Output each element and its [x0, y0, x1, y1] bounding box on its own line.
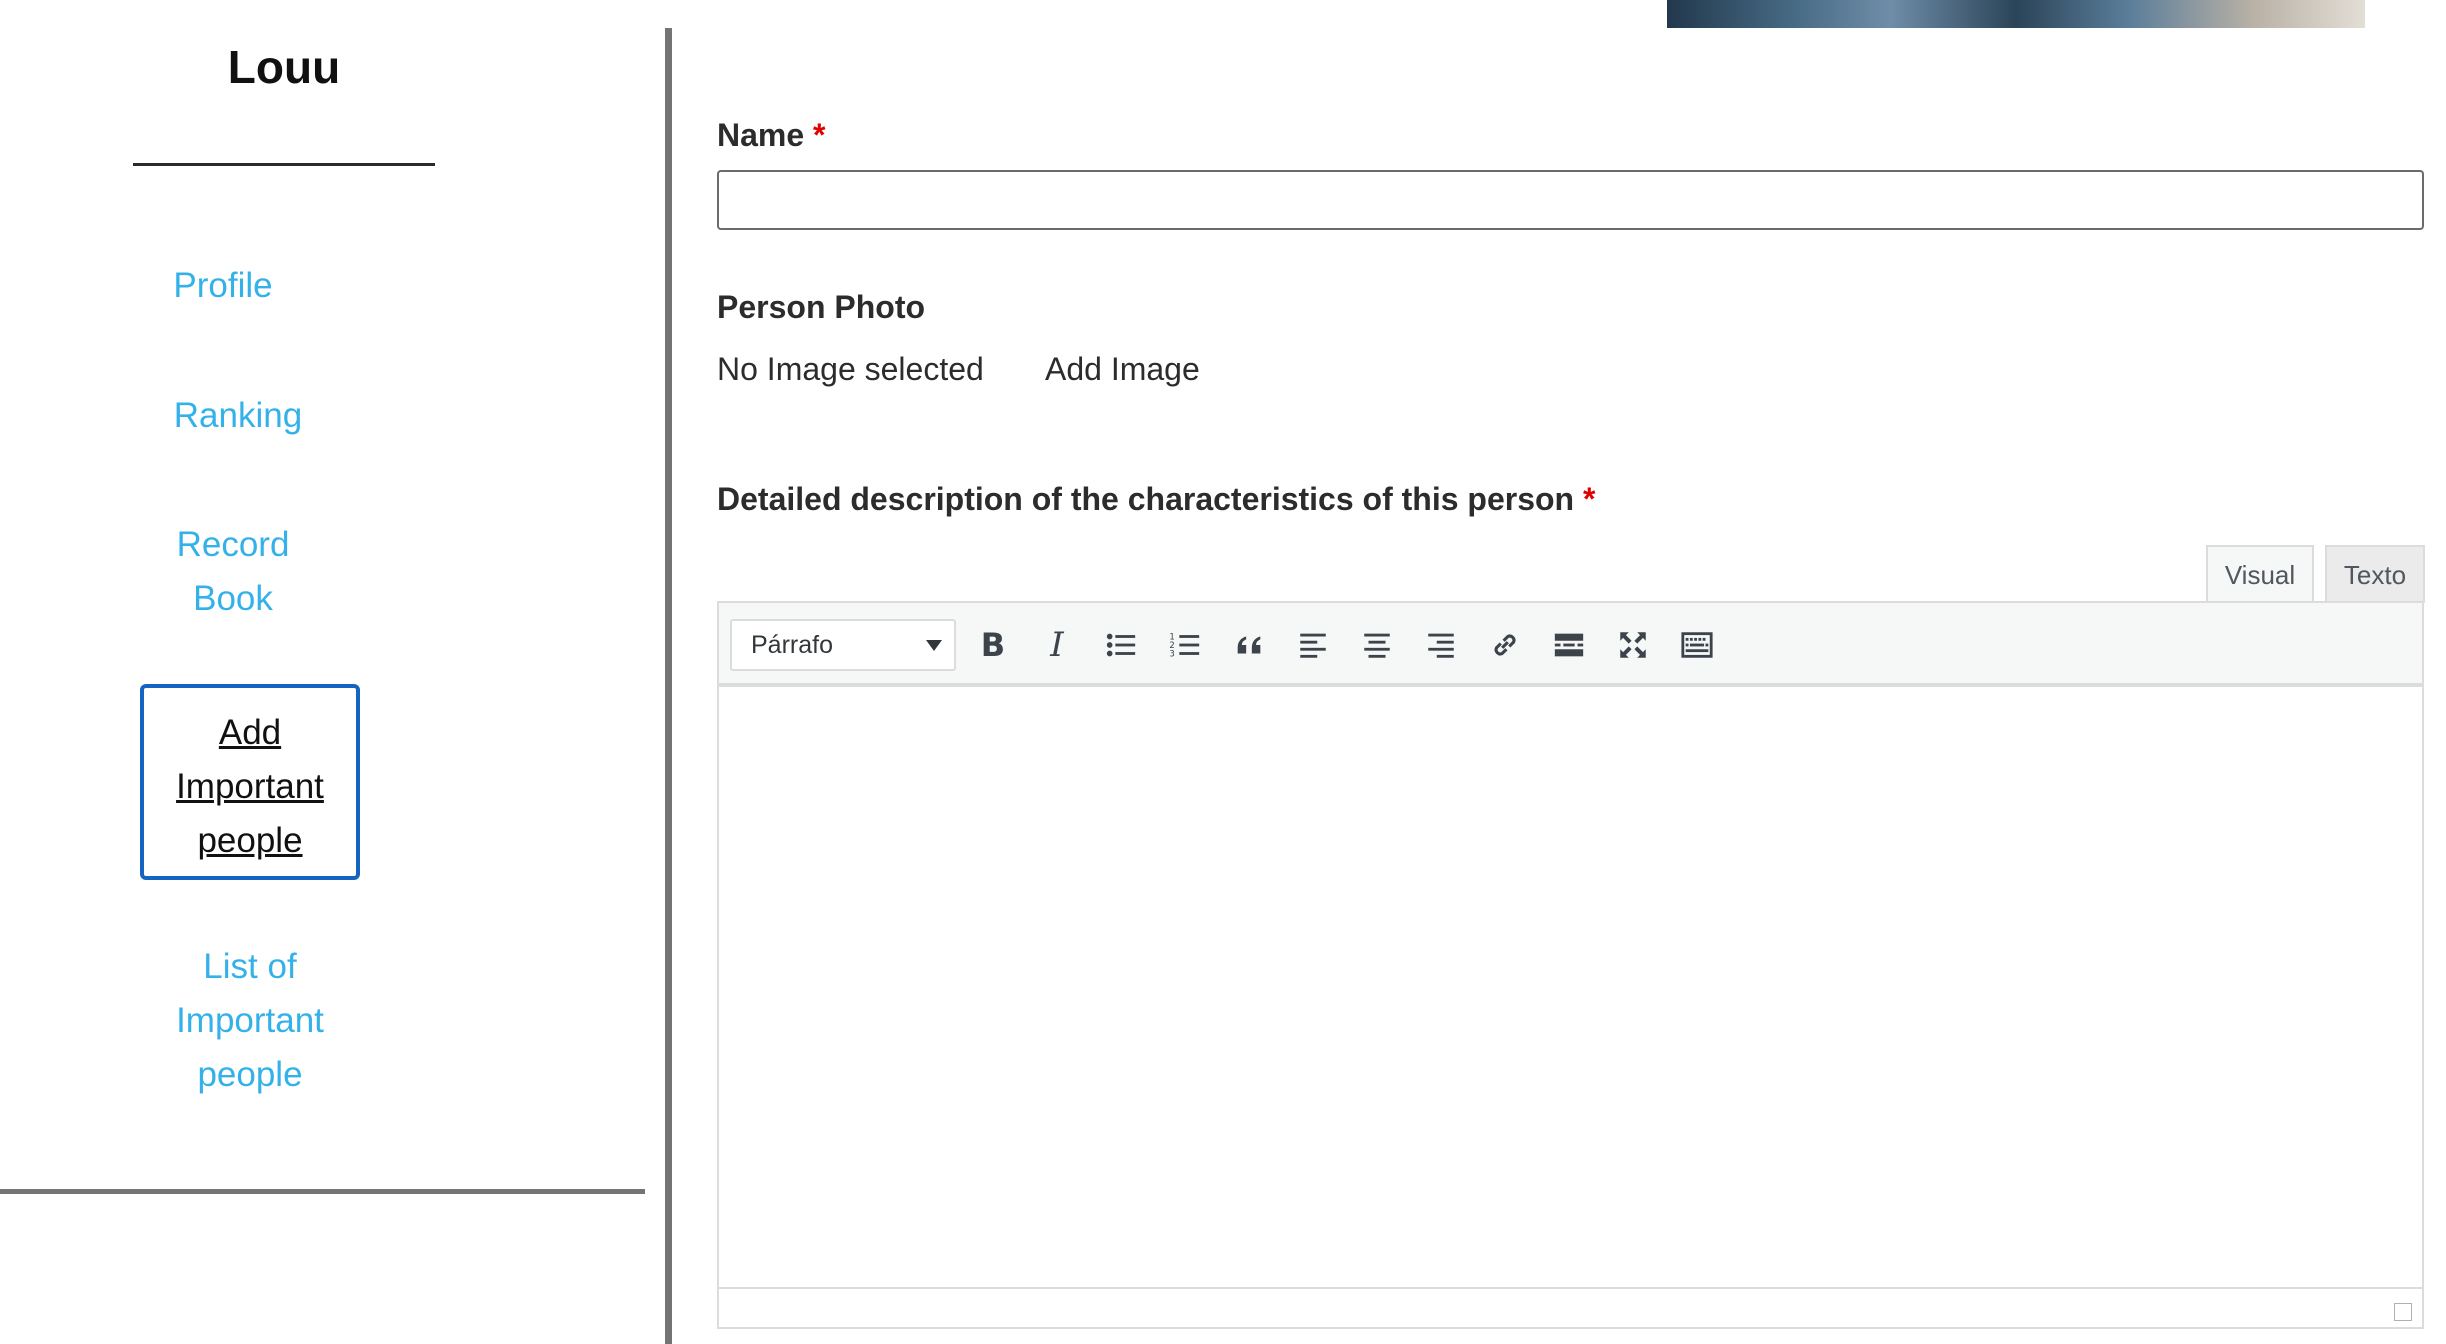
bullet-list-button[interactable]	[1099, 623, 1143, 667]
bold-icon: B	[980, 626, 1006, 664]
chevron-down-icon	[926, 640, 942, 651]
required-marker: *	[1582, 481, 1596, 517]
header-banner-image	[1667, 0, 2365, 28]
italic-icon: I	[1050, 625, 1064, 665]
sidebar-item-record-book[interactable]: Record Book	[133, 518, 333, 626]
align-center-icon	[1364, 633, 1390, 658]
align-left-icon	[1300, 633, 1326, 658]
format-select-value: Párrafo	[751, 631, 833, 659]
rich-text-editor: Párrafo B I 123	[717, 601, 2424, 1329]
blockquote-button[interactable]	[1227, 623, 1271, 667]
toolbar-toggle-button[interactable]	[1675, 623, 1719, 667]
toolbar-toggle-icon	[1681, 632, 1713, 658]
read-more-icon	[1554, 633, 1584, 657]
sidebar-user-name: Louu	[227, 41, 341, 93]
editor-toolbar: Párrafo B I 123	[719, 603, 2422, 687]
bullet-list-icon	[1106, 633, 1136, 657]
insert-link-button[interactable]	[1483, 623, 1527, 667]
name-label-text: Name	[717, 117, 805, 153]
editor-statusbar	[719, 1287, 2422, 1327]
fullscreen-icon	[1620, 632, 1646, 658]
sidebar-item-add-important-people[interactable]: Add Important people	[140, 684, 360, 880]
numbered-list-icon: 123	[1169, 632, 1200, 659]
sidebar-item-label: Important	[176, 767, 324, 806]
description-field-label: Detailed description of the characterist…	[717, 481, 1595, 518]
align-right-button[interactable]	[1419, 623, 1463, 667]
tab-visual[interactable]: Visual	[2206, 545, 2314, 603]
numbered-list-button[interactable]: 123	[1163, 623, 1207, 667]
align-center-button[interactable]	[1355, 623, 1399, 667]
page-root: Louu Profile Ranking Record Book Add Imp…	[0, 0, 2446, 1344]
sidebar-item-label: people	[197, 821, 303, 860]
fullscreen-button[interactable]	[1611, 623, 1655, 667]
sidebar-item-label: Record	[176, 525, 290, 564]
bold-button[interactable]: B	[971, 623, 1015, 667]
tab-text[interactable]: Texto	[2325, 545, 2425, 603]
read-more-button[interactable]	[1547, 623, 1591, 667]
sidebar-item-label: Book	[193, 579, 273, 618]
svg-text:3: 3	[1169, 649, 1174, 659]
required-marker: *	[813, 117, 826, 153]
sidebar-item-label: Ranking	[173, 396, 303, 435]
sidebar-item-list-important-people[interactable]: List of Important people	[150, 940, 350, 1102]
add-image-button[interactable]: Add Image	[1045, 351, 1200, 388]
sidebar-item-label: people	[197, 1055, 303, 1094]
description-label-text: Detailed description of the characterist…	[717, 481, 1575, 517]
sidebar-item-label: Profile	[173, 266, 273, 305]
link-icon	[1494, 634, 1516, 656]
name-field-label: Name *	[717, 117, 826, 154]
align-right-icon	[1428, 633, 1454, 658]
italic-button[interactable]: I	[1035, 623, 1079, 667]
sidebar-item-label: Important	[176, 1001, 324, 1040]
sidebar-vertical-divider	[665, 28, 672, 1344]
format-select[interactable]: Párrafo	[730, 619, 956, 671]
sidebar-item-label: List of	[203, 947, 297, 986]
sidebar-name-divider	[133, 163, 435, 166]
editor-content-area[interactable]	[719, 687, 2422, 1289]
align-left-button[interactable]	[1291, 623, 1335, 667]
blockquote-icon	[1237, 636, 1261, 654]
sidebar-item-label: Add	[218, 713, 282, 752]
sidebar: Louu Profile Ranking Record Book Add Imp…	[0, 0, 660, 1344]
photo-field-label: Person Photo	[717, 289, 926, 325]
resize-handle-icon[interactable]	[2394, 1303, 2412, 1321]
sidebar-item-ranking[interactable]: Ranking	[133, 389, 343, 443]
sidebar-bottom-divider	[0, 1189, 645, 1194]
photo-status-text: No Image selected	[717, 351, 984, 387]
sidebar-item-profile[interactable]: Profile	[133, 259, 313, 313]
name-input[interactable]	[717, 170, 2424, 230]
